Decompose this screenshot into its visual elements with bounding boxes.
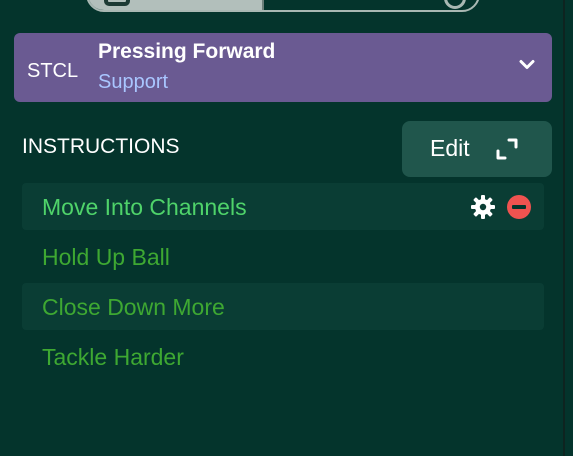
role-selector[interactable]: STCL Pressing Forward Support: [14, 33, 552, 102]
instruction-label: Hold Up Ball: [42, 244, 170, 270]
view-toggle: [86, 0, 480, 12]
remove-icon[interactable]: [507, 195, 531, 219]
tactics-panel: STCL Pressing Forward Support INSTRUCTIO…: [0, 0, 573, 456]
edit-button-label: Edit: [430, 135, 470, 161]
shirt-icon: [104, 0, 130, 6]
instruction-label: Close Down More: [42, 294, 225, 320]
position-code: STCL: [27, 60, 79, 82]
chevron-down-icon[interactable]: [519, 57, 535, 73]
role-title: Pressing Forward: [98, 40, 276, 63]
instruction-row[interactable]: Tackle Harder: [22, 333, 544, 380]
view-toggle-option-right[interactable]: [264, 0, 478, 10]
role-duty: Support: [98, 71, 169, 93]
expand-icon: [496, 138, 518, 160]
instruction-row[interactable]: Hold Up Ball: [22, 233, 544, 280]
instruction-label: Tackle Harder: [42, 344, 184, 370]
instruction-row[interactable]: Close Down More: [22, 283, 544, 330]
circle-icon: [444, 0, 466, 9]
instruction-row[interactable]: Move Into Channels: [22, 183, 544, 230]
edit-button[interactable]: Edit: [402, 121, 552, 177]
instruction-list: Move Into Channels Hold Up Ball Close Do…: [22, 183, 544, 383]
view-toggle-option-left[interactable]: [88, 0, 264, 10]
instructions-heading: INSTRUCTIONS: [22, 135, 180, 158]
panel-divider: [563, 0, 565, 456]
gear-icon[interactable]: [470, 194, 496, 220]
instruction-label: Move Into Channels: [42, 194, 247, 220]
